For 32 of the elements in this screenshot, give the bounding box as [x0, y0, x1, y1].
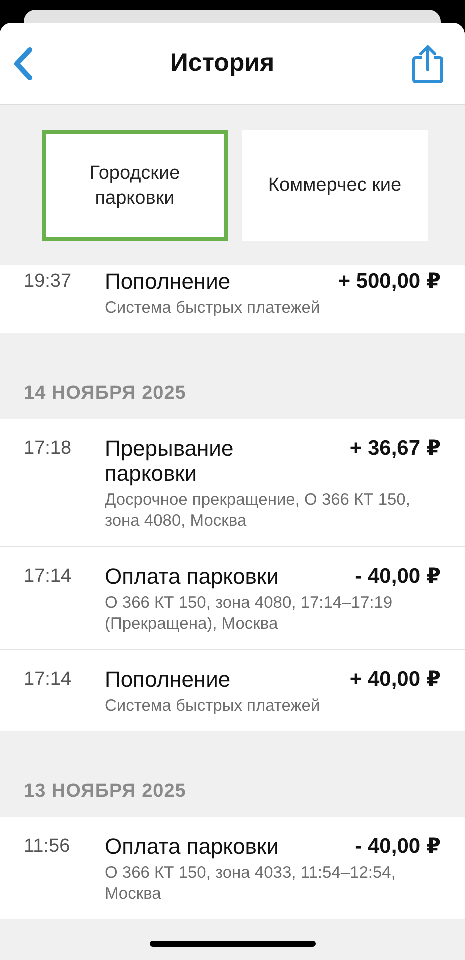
tab[interactable]: Коммерчес кие: [242, 130, 428, 241]
transaction-details: О 366 КТ 150, зона 4033, 11:54–12:54, Москва: [105, 863, 397, 905]
transaction-amount: + 500,00 ₽: [338, 269, 441, 294]
transaction-time: 17:14: [24, 668, 73, 692]
transaction-row[interactable]: 11:56 Оплата парковки - 40,00 ₽ О 366 КТ 150, зона 4033, 11:54–12:54, Москва: [0, 817, 465, 919]
transaction-title: Пополнение: [105, 269, 231, 294]
transaction-time: 17:14: [24, 565, 73, 589]
transaction-time: 17:18: [24, 437, 73, 461]
transaction-details: Система быстрых платежей: [105, 298, 322, 319]
transaction-row[interactable]: 17:18 Прерывание парковки + 36,67 ₽ Досрочное прекращение, О 366 КТ 150, зона 4080, Москва: [0, 419, 465, 547]
date-heading: 13 НОЯБРЯ 2025: [24, 781, 186, 803]
transaction-row[interactable]: 17:14 Оплата парковки - 40,00 ₽ О 366 КТ 150, зона 4080, 17:14–17:19 (Прекращена), Москва: [0, 547, 465, 650]
transaction-amount: + 36,67 ₽: [350, 436, 441, 461]
transaction-details: О 366 КТ 150, зона 4080, 17:14–17:19 (Прекращена), Москва: [105, 593, 394, 635]
transaction-row[interactable]: 19:37 Пополнение + 500,00 ₽ Система быстрых платежей: [0, 265, 465, 333]
page-title: История: [170, 49, 275, 78]
back-button[interactable]: [12, 46, 34, 80]
tab[interactable]: Городские парковки: [42, 130, 228, 241]
transaction-details: Досрочное прекращение, О 366 КТ 150, зона 4080, Москва: [105, 490, 412, 532]
date-heading: 14 НОЯБРЯ 2025: [24, 383, 186, 405]
transaction-amount: - 40,00 ₽: [355, 834, 441, 859]
transaction-time: 11:56: [24, 835, 72, 859]
transaction-title: Оплата парковки: [105, 834, 279, 859]
transaction-title: Пополнение: [105, 667, 231, 692]
transaction-details: Система быстрых платежей: [105, 696, 322, 717]
transaction-title: Прерывание парковки: [105, 436, 235, 486]
transaction-amount: - 40,00 ₽: [355, 564, 441, 589]
transaction-time: 19:37: [24, 270, 73, 294]
share-button[interactable]: [410, 44, 445, 84]
transaction-row[interactable]: 17:14 Пополнение + 40,00 ₽ Система быстрых платежей: [0, 650, 465, 731]
transaction-amount: + 40,00 ₽: [350, 667, 441, 692]
transaction-title: Оплата парковки: [105, 564, 279, 589]
